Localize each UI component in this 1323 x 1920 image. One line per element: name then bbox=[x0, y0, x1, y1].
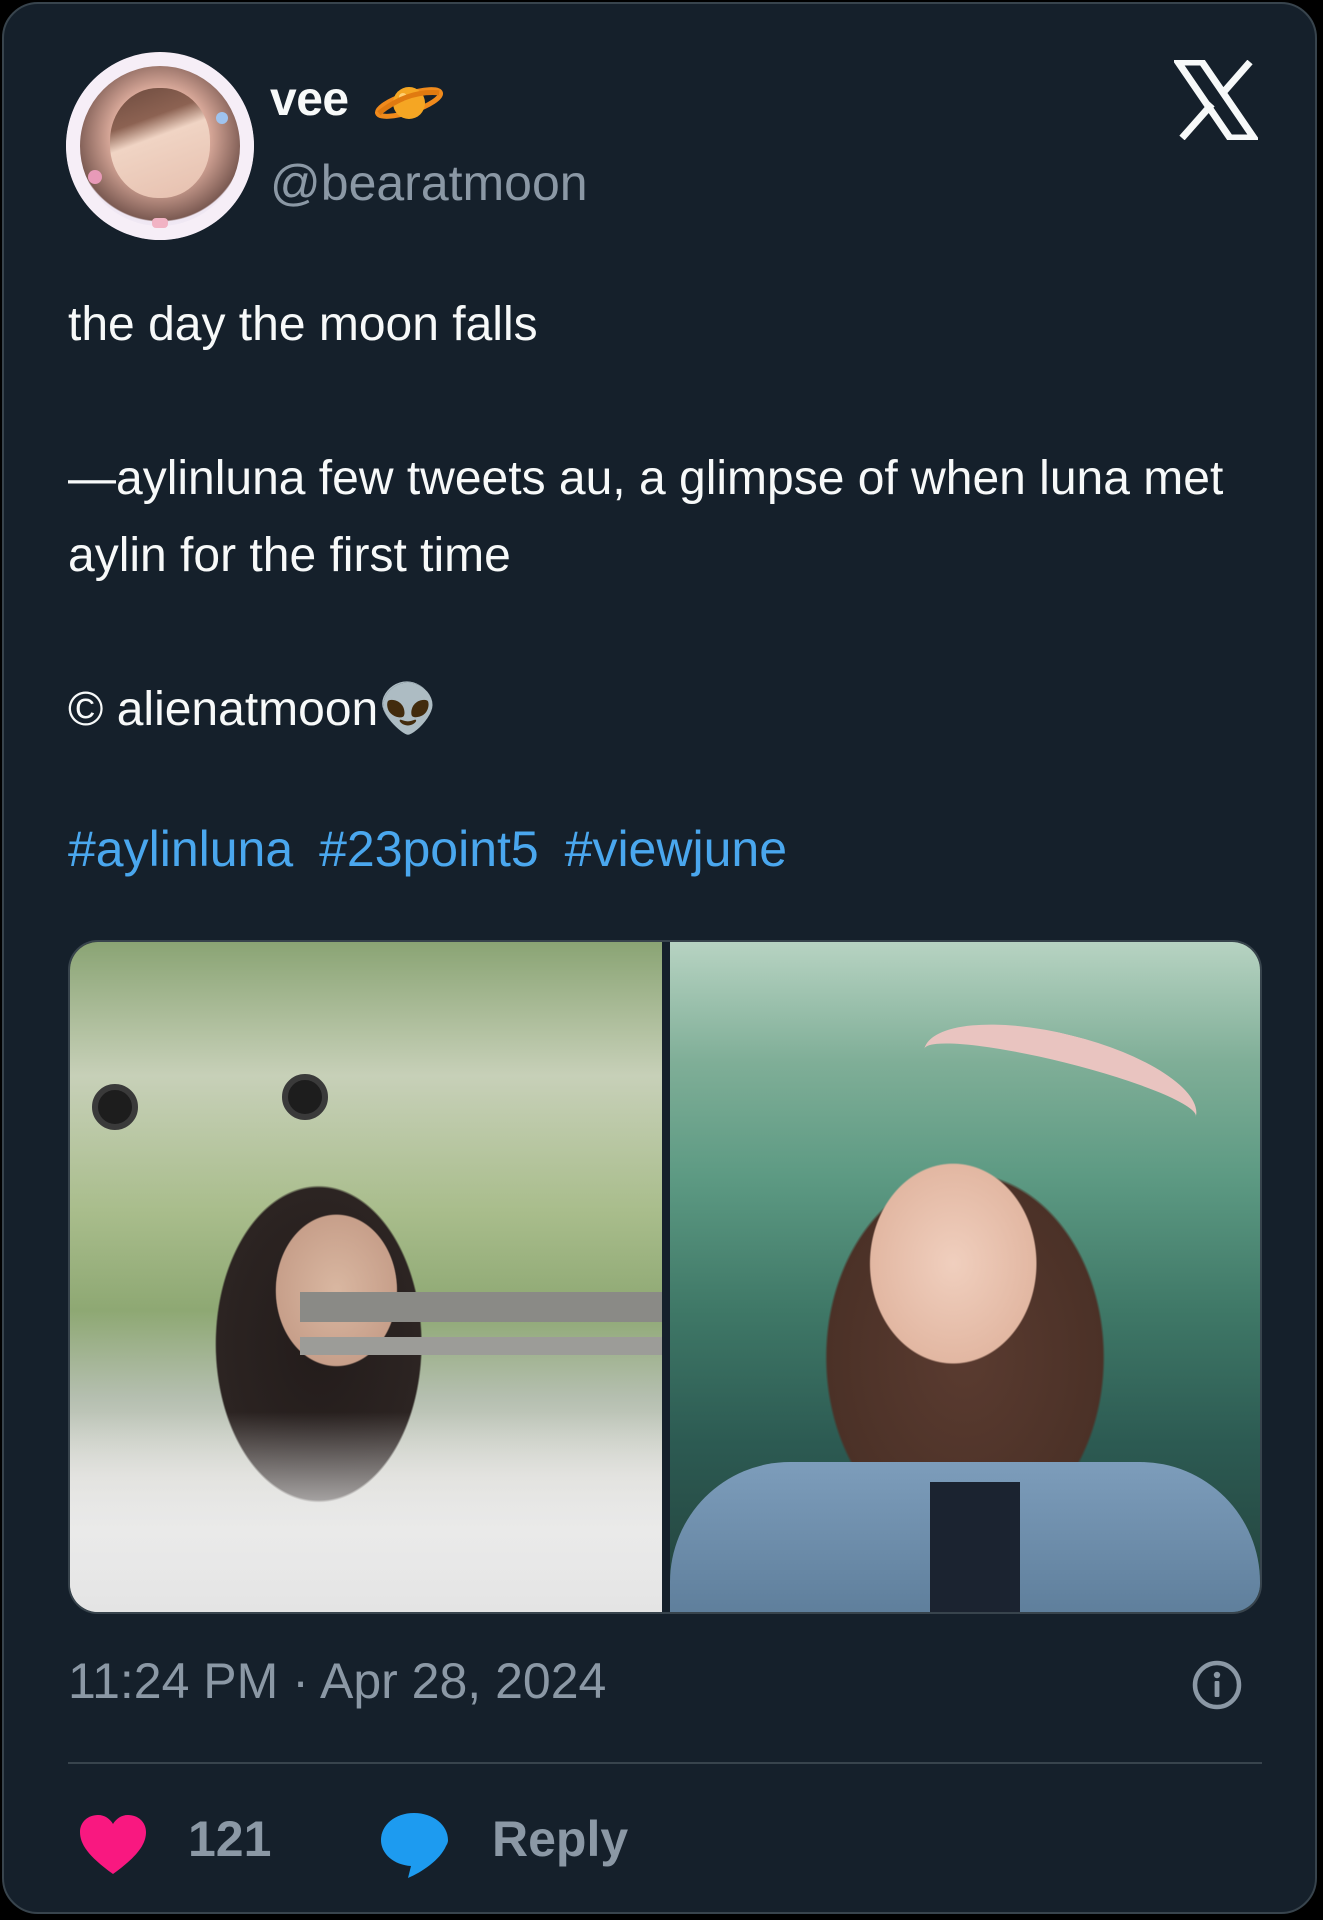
avatar-frame bbox=[66, 52, 254, 240]
divider bbox=[68, 1762, 1262, 1764]
user-handle[interactable]: @bearatmoon bbox=[270, 154, 588, 212]
photo-detail bbox=[92, 1084, 138, 1130]
reply-bubble-icon[interactable] bbox=[378, 1810, 450, 1880]
x-logo-icon[interactable] bbox=[1174, 60, 1258, 140]
info-icon[interactable] bbox=[1190, 1658, 1244, 1712]
hashtag-link[interactable]: #viewjune bbox=[565, 821, 787, 877]
photo-detail bbox=[282, 1074, 328, 1120]
avatar-decoration bbox=[216, 112, 228, 124]
heart-icon[interactable] bbox=[78, 1814, 148, 1876]
like-count: 121 bbox=[188, 1811, 272, 1867]
photo-detail bbox=[912, 1001, 1208, 1165]
media-divider bbox=[662, 942, 670, 1612]
hashtag-list: #aylinluna #23point5 #viewjune bbox=[68, 820, 799, 878]
photo-detail bbox=[930, 1482, 1020, 1612]
reply-button[interactable]: Reply bbox=[492, 1810, 628, 1868]
media-photo-right[interactable] bbox=[670, 942, 1260, 1612]
hashtag-link[interactable]: #aylinluna bbox=[68, 821, 293, 877]
avatar[interactable] bbox=[66, 52, 254, 240]
avatar-decoration bbox=[88, 170, 102, 184]
tweet-card: vee @bearatmoon the day the moon falls —… bbox=[2, 2, 1317, 1914]
display-name[interactable]: vee bbox=[270, 72, 349, 127]
media-grid bbox=[68, 940, 1262, 1614]
tweet-text: the day the moon falls —aylinluna few tw… bbox=[68, 298, 1224, 736]
photo-detail bbox=[300, 1292, 662, 1322]
photo-detail bbox=[70, 1412, 662, 1612]
ringed-planet-icon bbox=[374, 87, 444, 119]
hashtag-link[interactable]: #23point5 bbox=[319, 821, 539, 877]
avatar-decoration bbox=[152, 218, 168, 228]
photo-detail bbox=[300, 1337, 662, 1355]
tweet-timestamp[interactable]: 11:24 PM · Apr 28, 2024 bbox=[68, 1652, 606, 1710]
media-photo-left[interactable] bbox=[70, 942, 662, 1612]
